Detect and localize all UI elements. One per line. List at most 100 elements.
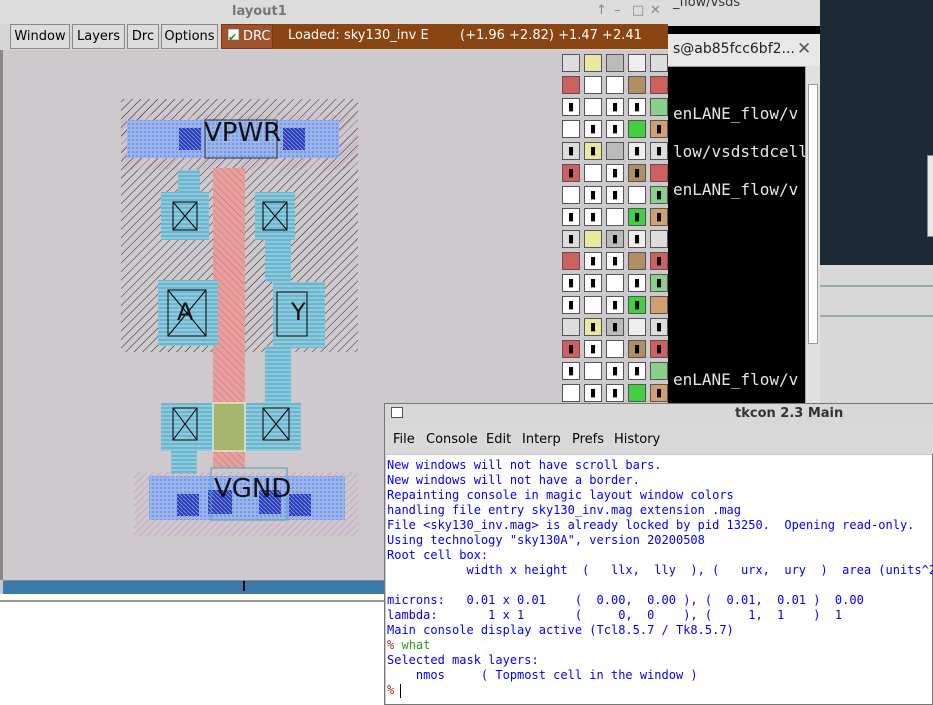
layer-swatch[interactable]: ▮ xyxy=(584,340,602,358)
layer-swatch[interactable] xyxy=(584,76,602,94)
layer-swatch[interactable] xyxy=(650,54,668,72)
layer-swatch[interactable] xyxy=(606,76,624,94)
layer-swatch[interactable] xyxy=(562,76,580,94)
layer-swatch[interactable] xyxy=(562,120,580,138)
layer-swatch[interactable] xyxy=(562,186,580,204)
layer-swatch[interactable]: ▮ xyxy=(650,384,668,402)
menu-interp[interactable]: Interp xyxy=(522,432,561,447)
layer-swatch[interactable] xyxy=(650,362,668,380)
layer-swatch[interactable]: ▮ xyxy=(562,98,580,116)
layer-swatch[interactable]: ▮ xyxy=(650,274,668,292)
layer-swatch[interactable] xyxy=(650,164,668,182)
window-menu-icon[interactable] xyxy=(391,407,403,418)
layer-swatch[interactable]: ▮ xyxy=(562,164,580,182)
menu-edit[interactable]: Edit xyxy=(486,432,511,447)
layer-swatch[interactable] xyxy=(606,340,624,358)
layer-swatch[interactable]: ▮ xyxy=(606,98,624,116)
terminal-tab[interactable]: s@ab85fcc6bf2... ✕ xyxy=(655,34,820,67)
layers-menu-button[interactable]: Layers xyxy=(72,24,125,49)
layer-swatch[interactable] xyxy=(650,296,668,314)
layer-swatch[interactable]: ▮ xyxy=(628,98,646,116)
close-icon[interactable]: ✕ xyxy=(650,3,661,18)
layer-swatch[interactable]: ▮ xyxy=(584,384,602,402)
layer-swatch[interactable] xyxy=(650,98,668,116)
layer-swatch[interactable]: ▮ xyxy=(650,318,668,336)
layer-swatch[interactable] xyxy=(562,318,580,336)
tkcon-console[interactable]: New windows will not have scroll bars. N… xyxy=(386,455,933,704)
layer-swatch[interactable] xyxy=(562,54,580,72)
layer-palette[interactable]: ▮ ▮ ▮ ▮ ▮ ▮ ▮ ▮ ▮ ▮ ▮ ▮ ▮ ▮ ▮ ▮ ▮ ▮ ▮ ▮ ▮ ▮ ▮ ▮ ▮ ▮ ▮ ▮ ▮ ▮ ▮ ▮ ▮ ▮ ▮ ▮ ▮ ▮ ▮ ▮… xyxy=(560,50,668,402)
layer-swatch[interactable]: ▮ xyxy=(628,274,646,292)
layer-swatch[interactable] xyxy=(628,384,646,402)
layer-swatch[interactable] xyxy=(584,98,602,116)
menu-file[interactable]: File xyxy=(393,432,415,447)
layer-swatch[interactable]: ▮ xyxy=(628,142,646,160)
layer-swatch[interactable]: ▮ xyxy=(606,186,624,204)
menu-console[interactable]: Console xyxy=(426,432,478,447)
layer-swatch[interactable] xyxy=(628,120,646,138)
raise-icon[interactable]: ↑ xyxy=(596,3,607,18)
layer-swatch[interactable]: ▮ xyxy=(650,120,668,138)
layer-swatch[interactable] xyxy=(606,274,624,292)
layer-swatch[interactable] xyxy=(606,142,624,160)
layout-horizontal-scrollbar[interactable] xyxy=(3,580,386,595)
console-prompt-line[interactable]: % xyxy=(387,683,394,697)
layer-swatch[interactable] xyxy=(628,76,646,94)
layer-swatch[interactable]: ▮ xyxy=(606,384,624,402)
layer-swatch[interactable]: ▮ xyxy=(584,142,602,160)
menu-history[interactable]: History xyxy=(614,432,660,447)
layer-swatch[interactable]: ▮ xyxy=(606,230,624,248)
layer-swatch[interactable]: ▮ xyxy=(584,186,602,204)
layer-swatch[interactable]: ▮ xyxy=(650,340,668,358)
layer-swatch[interactable] xyxy=(650,76,668,94)
layer-swatch[interactable]: ▮ xyxy=(628,230,646,248)
layer-swatch[interactable]: ▮ xyxy=(606,252,624,270)
layer-swatch[interactable] xyxy=(628,186,646,204)
layer-swatch[interactable] xyxy=(584,230,602,248)
layer-swatch[interactable]: ▮ xyxy=(650,142,668,160)
layer-swatch[interactable]: ▮ xyxy=(562,340,580,358)
terminal-scrollbar[interactable] xyxy=(805,66,820,406)
layer-swatch[interactable]: ▮ xyxy=(650,208,668,226)
layer-swatch[interactable]: ▮ xyxy=(562,274,580,292)
layer-swatch[interactable] xyxy=(628,54,646,72)
close-tab-icon[interactable]: ✕ xyxy=(797,39,811,59)
layer-swatch[interactable] xyxy=(584,362,602,380)
layer-swatch[interactable] xyxy=(584,164,602,182)
drc-menu-button[interactable]: Drc xyxy=(127,24,159,49)
options-menu-button[interactable]: Options xyxy=(161,24,218,49)
layer-swatch[interactable]: ▮ xyxy=(628,208,646,226)
layer-swatch[interactable] xyxy=(606,208,624,226)
layer-swatch[interactable] xyxy=(562,384,580,402)
layer-swatch[interactable]: ▮ xyxy=(628,362,646,380)
layer-swatch[interactable] xyxy=(650,230,668,248)
layer-swatch[interactable]: ▮ xyxy=(562,296,580,314)
drc-toggle[interactable]: ✔ DRC xyxy=(221,24,273,49)
layer-swatch[interactable]: ▮ xyxy=(562,362,580,380)
layer-swatch[interactable]: ▮ xyxy=(628,340,646,358)
layer-swatch[interactable]: ▮ xyxy=(606,164,624,182)
layer-swatch[interactable]: ▮ xyxy=(562,208,580,226)
layer-swatch[interactable] xyxy=(584,296,602,314)
layer-swatch[interactable]: ▮ xyxy=(562,230,580,248)
layer-swatch[interactable]: ▮ xyxy=(584,252,602,270)
layer-swatch[interactable]: ▮ xyxy=(650,252,668,270)
layer-swatch[interactable] xyxy=(628,252,646,270)
maximize-icon[interactable]: □ xyxy=(632,3,644,18)
layer-swatch[interactable]: ▮ xyxy=(584,120,602,138)
layer-swatch[interactable] xyxy=(584,54,602,72)
menu-prefs[interactable]: Prefs xyxy=(572,432,604,447)
layer-swatch[interactable] xyxy=(562,252,580,270)
minimize-icon[interactable]: – xyxy=(614,3,621,18)
layer-swatch[interactable]: ▮ xyxy=(584,274,602,292)
layer-swatch[interactable]: ▮ xyxy=(584,318,602,336)
layer-swatch[interactable]: ▮ xyxy=(562,142,580,160)
layer-swatch[interactable]: ▮ xyxy=(628,164,646,182)
layer-swatch[interactable]: ▮ xyxy=(606,296,624,314)
window-menu-button[interactable]: Window xyxy=(10,24,70,49)
layer-swatch[interactable] xyxy=(606,54,624,72)
layer-swatch[interactable]: ▮ xyxy=(606,120,624,138)
layer-swatch[interactable] xyxy=(628,318,646,336)
layer-swatch[interactable]: ▮ xyxy=(606,362,624,380)
layer-swatch[interactable]: ▮ xyxy=(628,296,646,314)
